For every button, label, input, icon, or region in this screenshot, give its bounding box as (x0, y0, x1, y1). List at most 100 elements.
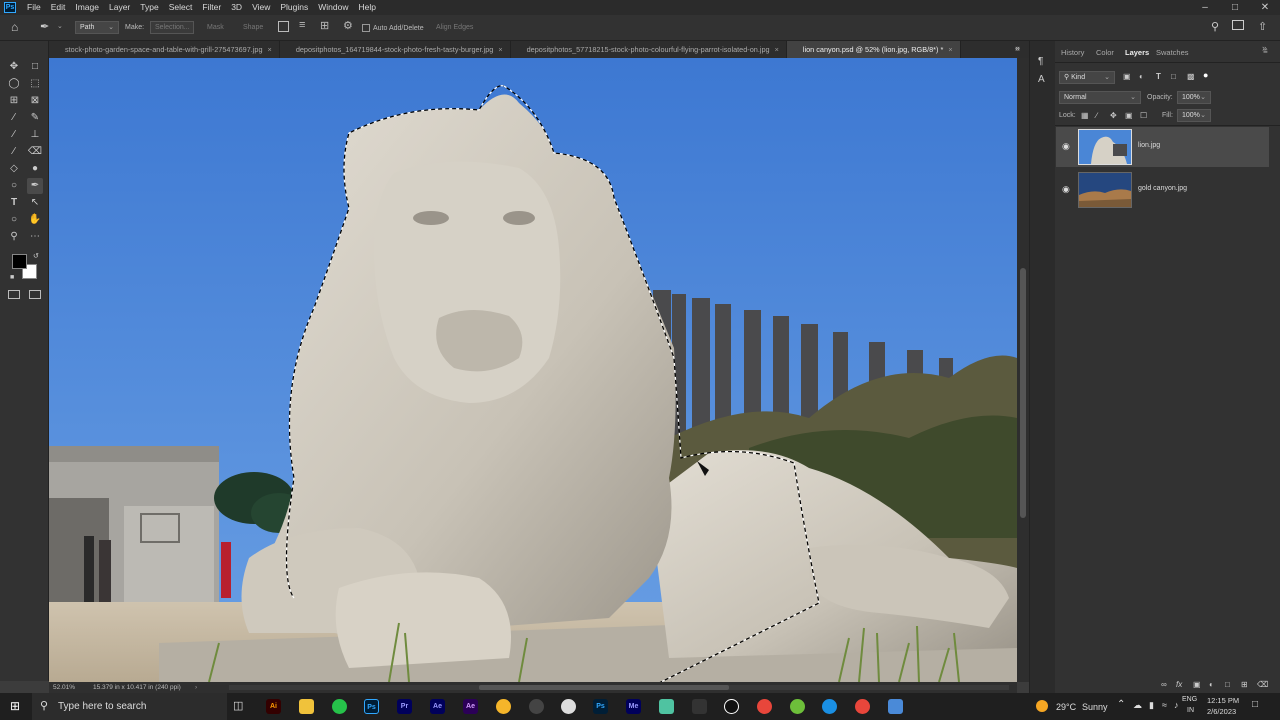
panel-menu-icon[interactable]: ≡ (1263, 47, 1268, 56)
dodge-tool-icon[interactable]: ○ (6, 178, 22, 194)
file-explorer-icon[interactable] (299, 699, 314, 714)
crop-tool-icon[interactable]: ⊞ (6, 93, 22, 109)
lock-position-icon[interactable]: ✥ (1110, 111, 1117, 120)
blur-tool-icon[interactable]: ● (27, 161, 43, 177)
share-icon[interactable]: ⇧ (1258, 20, 1267, 33)
pen-mode-select[interactable]: Path ⌄ (75, 21, 119, 34)
search-icon[interactable]: ⚲ (1211, 20, 1219, 33)
filter-pixel-icon[interactable]: ▣ (1123, 72, 1131, 81)
app-icon[interactable] (659, 699, 674, 714)
filter-toggle-icon[interactable]: ● (1203, 70, 1208, 80)
tab-lion-canyon[interactable]: lion canyon.psd @ 52% (lion.jpg, RGB/8*)… (786, 41, 961, 58)
trash-icon[interactable]: ⌫ (1257, 680, 1268, 689)
sun-icon[interactable] (1036, 700, 1048, 712)
layer-row-gold-canyon[interactable]: ◉ gold canyon.jpg (1056, 170, 1269, 210)
weather-condition[interactable]: Sunny (1082, 702, 1108, 712)
selection-button[interactable]: Selection... (150, 21, 194, 34)
menu-help[interactable]: Help (353, 0, 380, 15)
add-mask-icon[interactable]: ▣ (1193, 680, 1201, 689)
epic-games-icon[interactable] (692, 699, 707, 714)
menu-filter[interactable]: Filter (197, 0, 226, 15)
lock-transparent-icon[interactable]: ▦ (1081, 111, 1089, 120)
new-layer-icon[interactable]: ⊞ (1241, 680, 1248, 689)
pen-tool-icon[interactable]: ✒ (27, 178, 43, 194)
auto-add-delete-checkbox[interactable]: Auto Add/Delete (362, 24, 424, 32)
eraser-tool-icon[interactable]: ⌫ (27, 144, 43, 160)
filter-adjustment-icon[interactable]: ◐ (1139, 72, 1144, 81)
default-colors-icon[interactable]: ■ (10, 274, 14, 281)
menu-3d[interactable]: 3D (226, 0, 247, 15)
tab-color[interactable]: Color (1096, 48, 1114, 57)
fill-input[interactable]: 100% ⌄ (1177, 109, 1211, 122)
new-group-icon[interactable]: □ (1225, 680, 1230, 689)
layer-name[interactable]: lion.jpg (1138, 142, 1160, 149)
chrome-icon[interactable] (757, 699, 772, 714)
minimize-icon[interactable]: – (1190, 0, 1220, 15)
path-alignment-icon[interactable]: ≡ (299, 19, 305, 31)
menu-view[interactable]: View (247, 0, 275, 15)
screen-mode-icon[interactable] (29, 290, 41, 299)
close-icon[interactable]: × (948, 45, 952, 54)
horizontal-scrollbar[interactable] (229, 685, 1009, 690)
foreground-color-swatch[interactable] (12, 254, 27, 269)
region-code[interactable]: IN (1187, 707, 1194, 714)
shape-button[interactable]: Shape (243, 24, 263, 31)
hand-tool-icon[interactable]: ✋ (27, 212, 43, 228)
layer-row-lion[interactable]: ◉ lion.jpg (1056, 127, 1269, 167)
home-icon[interactable]: ⌂ (11, 20, 18, 34)
object-selection-tool-icon[interactable]: ⬚ (27, 76, 43, 92)
path-arrangement-icon[interactable]: ⊞ (320, 19, 329, 32)
clock-date[interactable]: 2/6/2023 (1207, 707, 1236, 716)
opacity-input[interactable]: 100% ⌄ (1177, 91, 1211, 104)
app-icon[interactable] (822, 699, 837, 714)
menu-layer[interactable]: Layer (104, 0, 135, 15)
taskbar-search[interactable]: ⚲ Type here to search (32, 693, 227, 720)
gear-icon[interactable]: ⚙ (343, 19, 353, 32)
after-effects-app-icon[interactable]: Ae (430, 699, 445, 714)
premiere-app-icon[interactable]: Pr (397, 699, 412, 714)
menu-window[interactable]: Window (313, 0, 353, 15)
eye-icon[interactable]: ◉ (1062, 141, 1072, 151)
more-tools-icon[interactable]: ⋯ (27, 229, 43, 245)
chevron-down-icon[interactable]: ⌄ (57, 22, 63, 30)
menu-image[interactable]: Image (70, 0, 104, 15)
document-canvas[interactable] (49, 58, 1017, 682)
lock-all-icon[interactable]: ☐ (1140, 111, 1147, 120)
maximize-icon[interactable]: □ (1220, 0, 1250, 15)
lasso-tool-icon[interactable]: ◯ (6, 76, 22, 92)
filter-type-icon[interactable]: T (1156, 72, 1161, 81)
app-icon[interactable] (561, 699, 576, 714)
vertical-scrollbar[interactable] (1017, 58, 1029, 682)
path-operations-icon[interactable] (278, 21, 289, 32)
app-icon[interactable] (529, 699, 544, 714)
wifi-icon[interactable]: ≈ (1162, 700, 1167, 710)
swap-colors-icon[interactable]: ↺ (33, 252, 39, 260)
quick-mask-icon[interactable] (8, 290, 20, 299)
phone-app-icon[interactable] (332, 699, 347, 714)
notification-icon[interactable]: □ (1252, 699, 1258, 710)
menu-type[interactable]: Type (135, 0, 163, 15)
media-encoder-app-icon[interactable]: Me (626, 699, 641, 714)
lock-pixels-icon[interactable]: ∕ (1096, 111, 1097, 120)
brush-tool-icon[interactable]: ∕ (6, 127, 22, 143)
character-panel-icon[interactable]: A (1038, 74, 1045, 85)
adjustment-layer-icon[interactable]: ◐ (1209, 680, 1214, 689)
unreal-engine-icon[interactable] (724, 699, 739, 714)
tab-parrot[interactable]: depositphotos_57718215-stock-photo-colou… (511, 41, 787, 58)
scrollbar-thumb[interactable] (479, 685, 729, 690)
cloud-icon[interactable]: ☁ (1133, 700, 1142, 711)
clock-time[interactable]: 12:15 PM (1207, 696, 1239, 705)
blend-mode-select[interactable]: Normal ⌄ (1059, 91, 1141, 104)
task-view-icon[interactable]: ◫ (233, 699, 243, 712)
after-effects-beta-app-icon[interactable]: Ae (463, 699, 478, 714)
menu-select[interactable]: Select (164, 0, 198, 15)
filter-smart-object-icon[interactable]: ▩ (1187, 72, 1195, 81)
photoshop-alt-app-icon[interactable]: Ps (593, 699, 608, 714)
filter-shape-icon[interactable]: □ (1171, 72, 1176, 81)
healing-brush-tool-icon[interactable]: ✎ (27, 110, 43, 126)
layer-link-icon[interactable]: ∞ (1161, 680, 1167, 689)
document-size[interactable]: 15.379 in x 10.417 in (240 ppi) (93, 682, 181, 693)
path-selection-tool-icon[interactable]: ↖ (27, 195, 43, 211)
mask-button[interactable]: Mask (207, 24, 224, 31)
zoom-level[interactable]: 52.01% (53, 682, 75, 693)
